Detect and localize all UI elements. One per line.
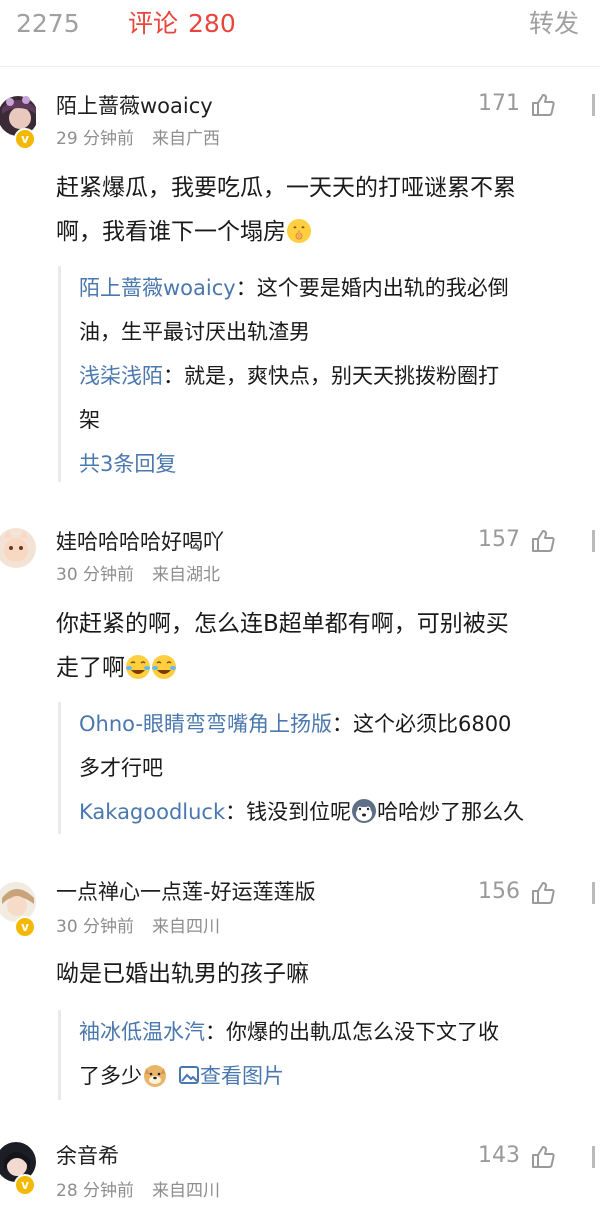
comment-text: 你赶紧的啊，怎么连B超单都有啊，可别被买 走了啊: [56, 602, 600, 690]
like-count: 143: [478, 1143, 520, 1168]
reply-author[interactable]: Ohno-眼睛弯弯嘴角上扬版: [79, 712, 332, 736]
reply-text-cont: 油，生平最讨厌出轨渣男: [79, 320, 310, 344]
verified-badge-icon: v: [14, 916, 36, 938]
verified-badge-icon: v: [14, 128, 36, 150]
image-icon: [178, 1064, 200, 1086]
husky-emoji-icon: [351, 798, 377, 824]
doge-emoji-icon: [142, 1062, 168, 1088]
tab-likes-count: 2275: [16, 9, 80, 38]
comment-location: 来自四川: [152, 917, 221, 937]
reply-author[interactable]: Kakagoodluck: [79, 800, 225, 824]
comment-text-line-2: 走了啊: [56, 646, 600, 690]
tab-reposts[interactable]: 转发: [529, 8, 579, 40]
comment-text-line: 赶紧爆瓜，我要吃瓜，一天天的打哑谜累不累: [56, 175, 516, 201]
more-icon[interactable]: [592, 1144, 600, 1170]
comment-text-line: 呦是已婚出轨男的孩子嘛: [56, 961, 309, 987]
comment-meta: 30 分钟前 来自四川: [56, 916, 220, 938]
comment-meta: 28 分钟前 来自四川: [56, 1180, 220, 1202]
tab-comments-count: 280: [188, 9, 236, 38]
comment-username[interactable]: 一点禅心一点莲-好运莲莲版: [56, 878, 316, 906]
comment-time: 28 分钟前: [56, 1181, 135, 1201]
comment-meta: 29 分钟前 来自广西: [56, 128, 220, 150]
comment-location: 来自广西: [152, 129, 221, 149]
more-icon[interactable]: [592, 880, 600, 906]
reply-author[interactable]: 浅柒浅陌: [79, 364, 163, 388]
reply-thread: 袖冰低温水汽：你爆的出軌瓜怎么没下文了收 了多少 查看图片: [58, 1010, 600, 1100]
reply-author[interactable]: 陌上蔷薇woaicy: [79, 276, 236, 300]
more-icon[interactable]: [592, 528, 600, 554]
comment-time: 29 分钟前: [56, 129, 135, 149]
avatar[interactable]: v: [0, 880, 36, 940]
like-count: 157: [478, 527, 520, 552]
like-count: 171: [478, 91, 520, 116]
comment-username[interactable]: 陌上蔷薇woaicy: [56, 92, 213, 120]
reply-text-2: 哈哈炒了那么久: [377, 800, 525, 824]
shush-emoji-icon: [286, 218, 312, 244]
reply-text: 你爆的出軌瓜怎么没下文了收: [226, 1020, 499, 1044]
like-count: 156: [478, 879, 520, 904]
comment-text-line: 你赶紧的啊，怎么连B超单都有啊，可别被买: [56, 611, 509, 637]
like-thumb-icon[interactable]: [530, 880, 556, 906]
comment-location: 来自四川: [152, 1181, 221, 1201]
reply-thread: 陌上蔷薇woaicy：这个要是婚内出轨的我必倒 油，生平最讨厌出轨渣男 浅柒浅陌…: [58, 266, 600, 482]
reply-item[interactable]: 袖冰低温水汽：你爆的出軌瓜怎么没下文了收: [61, 1010, 600, 1054]
comment-text: 呦是已婚出轨男的孩子嘛: [56, 952, 600, 996]
laugh-cry-emoji-icon: [151, 654, 177, 680]
reply-author[interactable]: 袖冰低温水汽: [79, 1020, 205, 1044]
reply-text-cont: 架: [79, 408, 100, 432]
tab-likes[interactable]: 2275: [0, 8, 80, 40]
comment-time: 30 分钟前: [56, 565, 135, 585]
avatar[interactable]: v: [0, 94, 36, 154]
comment-text: 赶紧爆瓜，我要吃瓜，一天天的打哑谜累不累 啊，我看谁下一个塌房: [56, 166, 600, 254]
comment-item: v 一点禅心一点莲-好运莲莲版 30 分钟前 来自四川 156 呦是已婚出轨男的孩…: [0, 866, 600, 1126]
avatar[interactable]: v: [0, 1140, 36, 1200]
reply-thread: Ohno-眼睛弯弯嘴角上扬版：这个必须比6800 多才行吧 Kakagoodlu…: [58, 702, 600, 834]
tab-comments-label: 评论: [128, 9, 179, 38]
avatar[interactable]: [0, 526, 36, 586]
comment-text-line-2: 啊，我看谁下一个塌房: [56, 210, 600, 254]
comment-item: v 余音希 28 分钟前 来自四川 143: [0, 1130, 600, 1217]
comment-item: 娃哈哈哈哈好喝吖 30 分钟前 来自湖北 157 你赶紧的啊，怎么连B超单都有啊，…: [0, 516, 600, 856]
view-image-link[interactable]: 查看图片: [178, 1064, 284, 1088]
like-thumb-icon[interactable]: [530, 92, 556, 118]
tab-reposts-label: 转发: [529, 9, 580, 38]
reply-text: 钱没到位呢: [246, 800, 352, 824]
comment-tab-bar: 2275 评论 280 转发: [0, 0, 600, 67]
reply-item[interactable]: 陌上蔷薇woaicy：这个要是婚内出轨的我必倒: [61, 266, 600, 310]
more-icon[interactable]: [592, 92, 600, 118]
like-thumb-icon[interactable]: [530, 528, 556, 554]
more-replies-link[interactable]: 共3条回复: [61, 442, 600, 486]
reply-text: 这个必须比6800: [352, 712, 512, 736]
comment-location: 来自湖北: [152, 565, 221, 585]
comment-username[interactable]: 娃哈哈哈哈好喝吖: [56, 528, 224, 556]
reply-item[interactable]: 浅柒浅陌：就是，爽快点，别天天挑拨粉圈打: [61, 354, 600, 398]
comment-time: 30 分钟前: [56, 917, 135, 937]
laugh-cry-emoji-icon: [125, 654, 151, 680]
comment-username[interactable]: 余音希: [56, 1142, 119, 1170]
reply-text-cont: 了多少 查看图片: [79, 1062, 284, 1088]
comment-item: v 陌上蔷薇woaicy 29 分钟前 来自广西 171 赶紧爆瓜，我要吃瓜，一天…: [0, 80, 600, 500]
reply-item[interactable]: Kakagoodluck：钱没到位呢 哈哈炒了那么久: [61, 790, 600, 834]
reply-text: 就是，爽快点，别天天挑拨粉圈打: [184, 364, 499, 388]
verified-badge-icon: v: [14, 1174, 36, 1196]
reply-text: 这个要是婚内出轨的我必倒: [256, 276, 509, 300]
tab-comments[interactable]: 评论 280: [128, 8, 236, 40]
like-thumb-icon[interactable]: [530, 1144, 556, 1170]
reply-item[interactable]: Ohno-眼睛弯弯嘴角上扬版：这个必须比6800: [61, 702, 600, 746]
comment-meta: 30 分钟前 来自湖北: [56, 564, 220, 586]
reply-text-cont: 多才行吧: [79, 756, 163, 780]
